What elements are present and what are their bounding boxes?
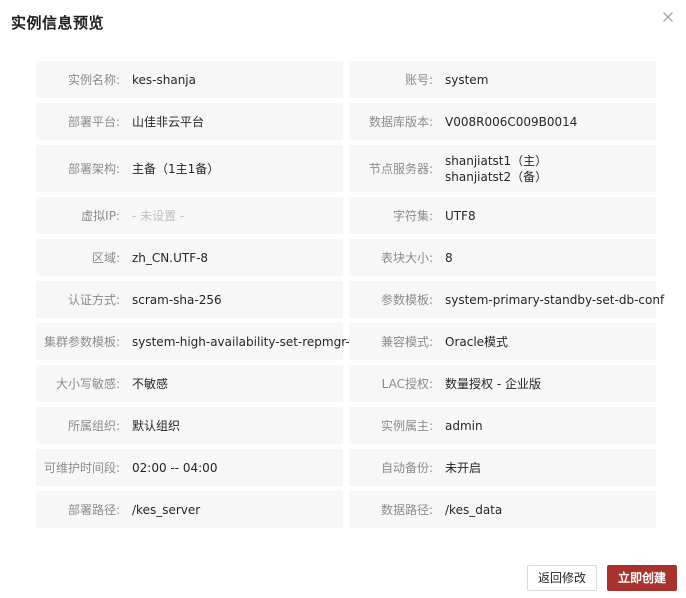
field-data-path: 数据路径: /kes_data bbox=[349, 491, 656, 528]
info-row: 认证方式: scram-sha-256 参数模板: system-primary… bbox=[36, 281, 664, 318]
field-deploy-arch: 部署架构: 主备（1主1备） bbox=[36, 145, 343, 192]
info-row: 可维护时间段: 02:00 -- 04:00 自动备份: 未开启 bbox=[36, 449, 656, 486]
field-node-servers: 节点服务器: shanjiatst1（主） shanjiatst2（备） bbox=[349, 145, 656, 192]
field-account: 账号: system bbox=[349, 61, 656, 98]
field-auto-backup: 自动备份: 未开启 bbox=[349, 449, 656, 486]
info-row: 所属组织: 默认组织 实例属主: admin bbox=[36, 407, 656, 444]
field-label: 部署架构: bbox=[67, 162, 120, 176]
field-label: 参数模板: bbox=[380, 293, 433, 307]
info-row: 部署路径: /kes_server 数据路径: /kes_data bbox=[36, 491, 656, 528]
field-deploy-platform: 部署平台: 山佳非云平台 bbox=[36, 103, 343, 140]
node-server-primary: shanjiatst1（主） bbox=[445, 153, 548, 168]
field-label: 数据路径: bbox=[380, 503, 433, 517]
field-value: 主备（1主1备） bbox=[132, 161, 220, 176]
field-instance-owner: 实例属主: admin bbox=[349, 407, 656, 444]
field-label: 兼容模式: bbox=[380, 335, 433, 349]
field-value: V008R006C009B0014 bbox=[445, 114, 578, 129]
field-value: system bbox=[445, 72, 489, 87]
instance-preview-dialog: 实例信息预览 实例名称: kes-shanja 账号: system 部署平台:… bbox=[0, 0, 686, 598]
field-virtual-ip: 虚拟IP: - 未设置 - bbox=[36, 197, 343, 234]
field-case-sensitive: 大小写敏感: 不敏感 bbox=[36, 365, 343, 402]
field-label: 实例属主: bbox=[380, 419, 433, 433]
field-label: LAC授权: bbox=[381, 377, 433, 391]
field-label: 自动备份: bbox=[380, 461, 433, 475]
field-organization: 所属组织: 默认组织 bbox=[36, 407, 343, 444]
close-icon[interactable] bbox=[660, 9, 676, 25]
field-value: zh_CN.UTF-8 bbox=[132, 250, 209, 265]
field-value: admin bbox=[445, 418, 483, 433]
field-value: 未开启 bbox=[445, 460, 482, 475]
info-row: 部署架构: 主备（1主1备） 节点服务器: shanjiatst1（主） sha… bbox=[36, 145, 656, 192]
field-value: 不敏感 bbox=[132, 376, 169, 391]
field-label: 部署平台: bbox=[67, 115, 120, 129]
field-label: 实例名称: bbox=[67, 73, 120, 87]
field-db-version: 数据库版本: V008R006C009B0014 bbox=[349, 103, 656, 140]
field-label: 可维护时间段: bbox=[43, 461, 120, 475]
field-label: 区域: bbox=[91, 251, 120, 265]
field-block-size: 表块大小: 8 bbox=[349, 239, 656, 276]
field-label: 集群参数模板: bbox=[43, 335, 120, 349]
field-value: /kes_server bbox=[132, 502, 201, 517]
field-locale: 区域: zh_CN.UTF-8 bbox=[36, 239, 343, 276]
field-value: scram-sha-256 bbox=[132, 292, 222, 307]
dialog-title: 实例信息预览 bbox=[11, 14, 105, 32]
field-value: UTF8 bbox=[445, 208, 476, 223]
field-value: 8 bbox=[445, 250, 453, 265]
info-row: 大小写敏感: 不敏感 LAC授权: 数量授权 - 企业版 bbox=[36, 365, 656, 402]
field-auth-method: 认证方式: scram-sha-256 bbox=[36, 281, 343, 318]
field-value: 数量授权 - 企业版 bbox=[445, 376, 541, 391]
field-value: 默认组织 bbox=[132, 418, 181, 433]
node-server-standby: shanjiatst2（备） bbox=[445, 169, 548, 184]
field-deploy-path: 部署路径: /kes_server bbox=[36, 491, 343, 528]
back-edit-button[interactable]: 返回修改 bbox=[527, 565, 597, 591]
field-maintenance-window: 可维护时间段: 02:00 -- 04:00 bbox=[36, 449, 343, 486]
create-now-button[interactable]: 立即创建 bbox=[607, 565, 677, 591]
field-param-template: 参数模板: system-primary-standby-set-db-conf bbox=[349, 281, 664, 318]
field-value: kes-shanja bbox=[132, 72, 196, 87]
field-label: 数据库版本: bbox=[368, 115, 433, 129]
field-label: 所属组织: bbox=[67, 419, 120, 433]
info-row: 区域: zh_CN.UTF-8 表块大小: 8 bbox=[36, 239, 656, 276]
field-label: 账号: bbox=[404, 73, 433, 87]
info-row: 集群参数模板: system-high-availability-set-rep… bbox=[36, 323, 656, 360]
field-value: Oracle模式 bbox=[445, 334, 509, 349]
field-cluster-param-template: 集群参数模板: system-high-availability-set-rep… bbox=[36, 323, 376, 360]
field-label: 节点服务器: bbox=[368, 162, 433, 176]
field-value: 02:00 -- 04:00 bbox=[132, 460, 218, 475]
field-value: 山佳非云平台 bbox=[132, 114, 205, 129]
info-row: 虚拟IP: - 未设置 - 字符集: UTF8 bbox=[36, 197, 656, 234]
info-row: 部署平台: 山佳非云平台 数据库版本: V008R006C009B0014 bbox=[36, 103, 656, 140]
field-label: 字符集: bbox=[392, 209, 433, 223]
field-charset: 字符集: UTF8 bbox=[349, 197, 656, 234]
info-row: 实例名称: kes-shanja 账号: system bbox=[36, 61, 656, 98]
field-lac-license: LAC授权: 数量授权 - 企业版 bbox=[349, 365, 656, 402]
field-label: 虚拟IP: bbox=[81, 209, 120, 223]
dialog-footer: 返回修改 立即创建 bbox=[527, 565, 677, 591]
node-server-list: shanjiatst1（主） shanjiatst2（备） bbox=[445, 153, 547, 185]
field-value: system-high-availability-set-repmgr-conf bbox=[132, 334, 376, 349]
field-label: 大小写敏感: bbox=[55, 377, 120, 391]
field-value: system-primary-standby-set-db-conf bbox=[445, 292, 665, 307]
field-label: 认证方式: bbox=[67, 293, 120, 307]
info-grid: 实例名称: kes-shanja 账号: system 部署平台: 山佳非云平台… bbox=[36, 61, 664, 533]
field-label: 表块大小: bbox=[380, 251, 433, 265]
field-compat-mode: 兼容模式: Oracle模式 bbox=[349, 323, 656, 360]
field-value: /kes_data bbox=[445, 502, 503, 517]
field-label: 部署路径: bbox=[67, 503, 120, 517]
field-instance-name: 实例名称: kes-shanja bbox=[36, 61, 343, 98]
field-value: - 未设置 - bbox=[132, 208, 185, 223]
